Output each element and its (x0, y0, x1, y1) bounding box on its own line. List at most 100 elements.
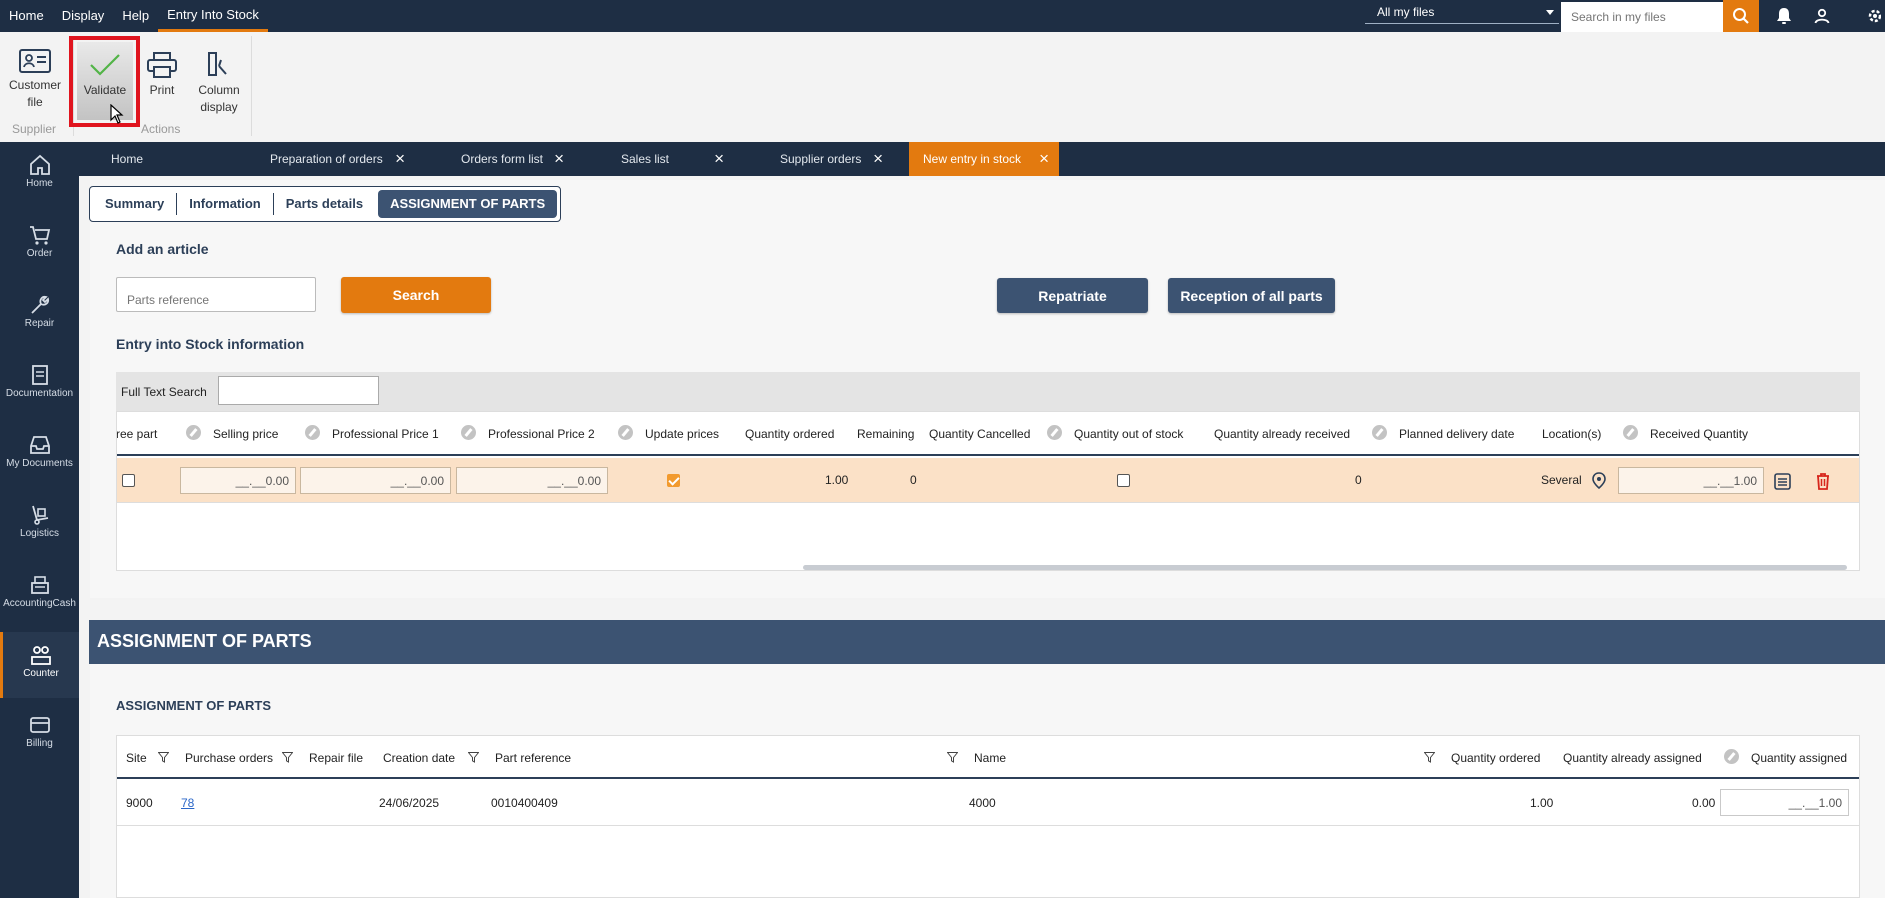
reception-of-all-parts-button[interactable]: Reception of all parts (1168, 278, 1335, 313)
edit-icon (305, 425, 320, 440)
user-icon (1814, 8, 1830, 24)
search-files-input[interactable] (1561, 2, 1723, 32)
mouse-cursor-icon (110, 104, 124, 124)
col-professional-price-2[interactable]: Professional Price 2 (488, 427, 595, 441)
tab-parts-details[interactable]: Parts details (274, 193, 375, 215)
col-quantity-already-assigned[interactable]: Quantity already assigned (1563, 751, 1702, 765)
col-creation-date[interactable]: Creation date (383, 751, 455, 765)
update-prices-checkbox[interactable] (667, 474, 680, 487)
tab-home[interactable]: Home (97, 142, 227, 176)
top-menu: Home Display Help Entry Into Stock (0, 0, 268, 32)
details-list-icon[interactable] (1774, 473, 1791, 490)
tab-preparation-of-orders[interactable]: Preparation of orders × (256, 142, 415, 176)
horizontal-scrollbar[interactable] (803, 565, 1847, 570)
close-icon[interactable]: × (1039, 142, 1049, 176)
menu-help[interactable]: Help (113, 0, 158, 32)
search-article-button[interactable]: Search (341, 277, 491, 313)
tab-supplier-orders[interactable]: Supplier orders × (766, 142, 893, 176)
col-remaining[interactable]: Remaining (857, 427, 914, 441)
close-icon[interactable]: × (873, 142, 883, 176)
credit-card-icon (29, 717, 50, 733)
col-part-reference[interactable]: Part reference (495, 751, 571, 765)
col-free-part[interactable]: ree part (117, 427, 157, 441)
validate-button[interactable]: Validate (76, 52, 134, 99)
id-card-icon (19, 49, 51, 73)
close-icon[interactable]: × (395, 142, 405, 176)
col-received-quantity[interactable]: Received Quantity (1650, 427, 1748, 441)
files-scope-select[interactable]: All my files (1365, 2, 1559, 24)
menu-home[interactable]: Home (0, 0, 53, 32)
grid-header: ree part Selling price Professional Pric… (117, 412, 1859, 456)
professional-price-2-input[interactable]: __.__0.00 (456, 467, 608, 494)
tab-summary[interactable]: Summary (93, 193, 178, 215)
nav-my-documents[interactable]: My Documents (0, 422, 79, 488)
nav-documentation[interactable]: Documentation (0, 352, 79, 418)
nav-accounting-cash[interactable]: AccountingCash (0, 562, 79, 628)
col-quantity-ordered[interactable]: Quantity ordered (1451, 751, 1540, 765)
filter-icon[interactable] (282, 752, 293, 763)
col-quantity-ordered[interactable]: Quantity ordered (745, 427, 834, 441)
received-quantity-input[interactable]: __.__1.00 (1618, 467, 1764, 494)
purchase-order-link[interactable]: 78 (181, 796, 194, 810)
grid-header: Site Purchase orders Repair file Creatio… (117, 736, 1859, 779)
nav-logistics[interactable]: Logistics (0, 492, 79, 558)
col-quantity-out-of-stock[interactable]: Quantity out of stock (1074, 427, 1183, 441)
col-purchase-orders[interactable]: Purchase orders (185, 751, 273, 765)
nav-home[interactable]: Home (0, 142, 79, 208)
add-article-title: Add an article (116, 241, 209, 257)
tab-orders-form-list[interactable]: Orders form list × (447, 142, 574, 176)
filter-icon[interactable] (158, 752, 169, 763)
trash-icon[interactable] (1815, 472, 1831, 490)
nav-billing[interactable]: Billing (0, 702, 79, 768)
menu-entry-into-stock[interactable]: Entry Into Stock (158, 0, 268, 32)
full-text-search-bar: Full Text Search (116, 372, 1860, 411)
free-part-checkbox[interactable] (122, 474, 135, 487)
close-icon[interactable]: × (714, 142, 724, 176)
col-professional-price-1[interactable]: Professional Price 1 (332, 427, 439, 441)
quantity-assigned-input[interactable]: __.__1.00 (1720, 789, 1849, 816)
tab-information[interactable]: Information (177, 193, 274, 215)
nav-counter[interactable]: Counter (0, 632, 79, 698)
close-icon[interactable]: × (554, 142, 564, 176)
col-selling-price[interactable]: Selling price (213, 427, 278, 441)
validate-label: Validate (83, 83, 127, 97)
filter-icon[interactable] (468, 752, 479, 763)
tab-sales-list[interactable]: Sales list × (607, 142, 734, 176)
notifications-button[interactable] (1766, 0, 1802, 32)
col-quantity-cancelled[interactable]: Quantity Cancelled (929, 427, 1030, 441)
col-name[interactable]: Name (974, 751, 1006, 765)
filter-icon[interactable] (1424, 752, 1435, 763)
out-of-stock-checkbox[interactable] (1117, 474, 1130, 487)
filter-icon[interactable] (947, 752, 958, 763)
print-button[interactable]: Print (133, 52, 191, 99)
col-planned-delivery-date[interactable]: Planned delivery date (1399, 427, 1514, 441)
location-pin-icon[interactable] (1591, 472, 1607, 490)
parts-reference-input[interactable] (116, 277, 316, 312)
nav-repair[interactable]: Repair (0, 282, 79, 348)
tab-new-entry-in-stock[interactable]: New entry in stock × (909, 142, 1059, 176)
house-icon (29, 154, 50, 175)
menu-display[interactable]: Display (53, 0, 114, 32)
settings-button[interactable] (1860, 0, 1885, 32)
table-row[interactable]: __.__0.00 __.__0.00 __.__0.00 1.00 0 0 S… (117, 458, 1859, 503)
customer-file-button[interactable]: Customer file (6, 49, 64, 111)
full-text-search-input[interactable] (218, 376, 379, 405)
col-quantity-assigned[interactable]: Quantity assigned (1751, 751, 1847, 765)
table-row[interactable]: 9000 78 24/06/2025 0010400409 4000 1.00 … (117, 781, 1859, 826)
col-quantity-already-received[interactable]: Quantity already received (1214, 427, 1350, 441)
repatriate-button[interactable]: Repatriate (997, 278, 1148, 313)
nav-order[interactable]: Order (0, 212, 79, 278)
nav-documentation-label: Documentation (5, 388, 74, 399)
search-button[interactable] (1723, 0, 1759, 32)
tab-assignment-of-parts[interactable]: ASSIGNMENT OF PARTS (378, 190, 558, 218)
user-button[interactable] (1804, 0, 1840, 32)
nav-counter-label: Counter (23, 668, 59, 679)
col-locations[interactable]: Location(s) (1542, 427, 1601, 441)
col-update-prices[interactable]: Update prices (645, 427, 719, 441)
professional-price-1-input[interactable]: __.__0.00 (300, 467, 451, 494)
column-display-button[interactable]: Column display (190, 52, 248, 116)
selling-price-input[interactable]: __.__0.00 (180, 467, 296, 494)
col-site[interactable]: Site (126, 751, 147, 765)
col-repair-file[interactable]: Repair file (309, 751, 363, 765)
nav-accounting-cash-label: AccountingCash (3, 598, 76, 609)
